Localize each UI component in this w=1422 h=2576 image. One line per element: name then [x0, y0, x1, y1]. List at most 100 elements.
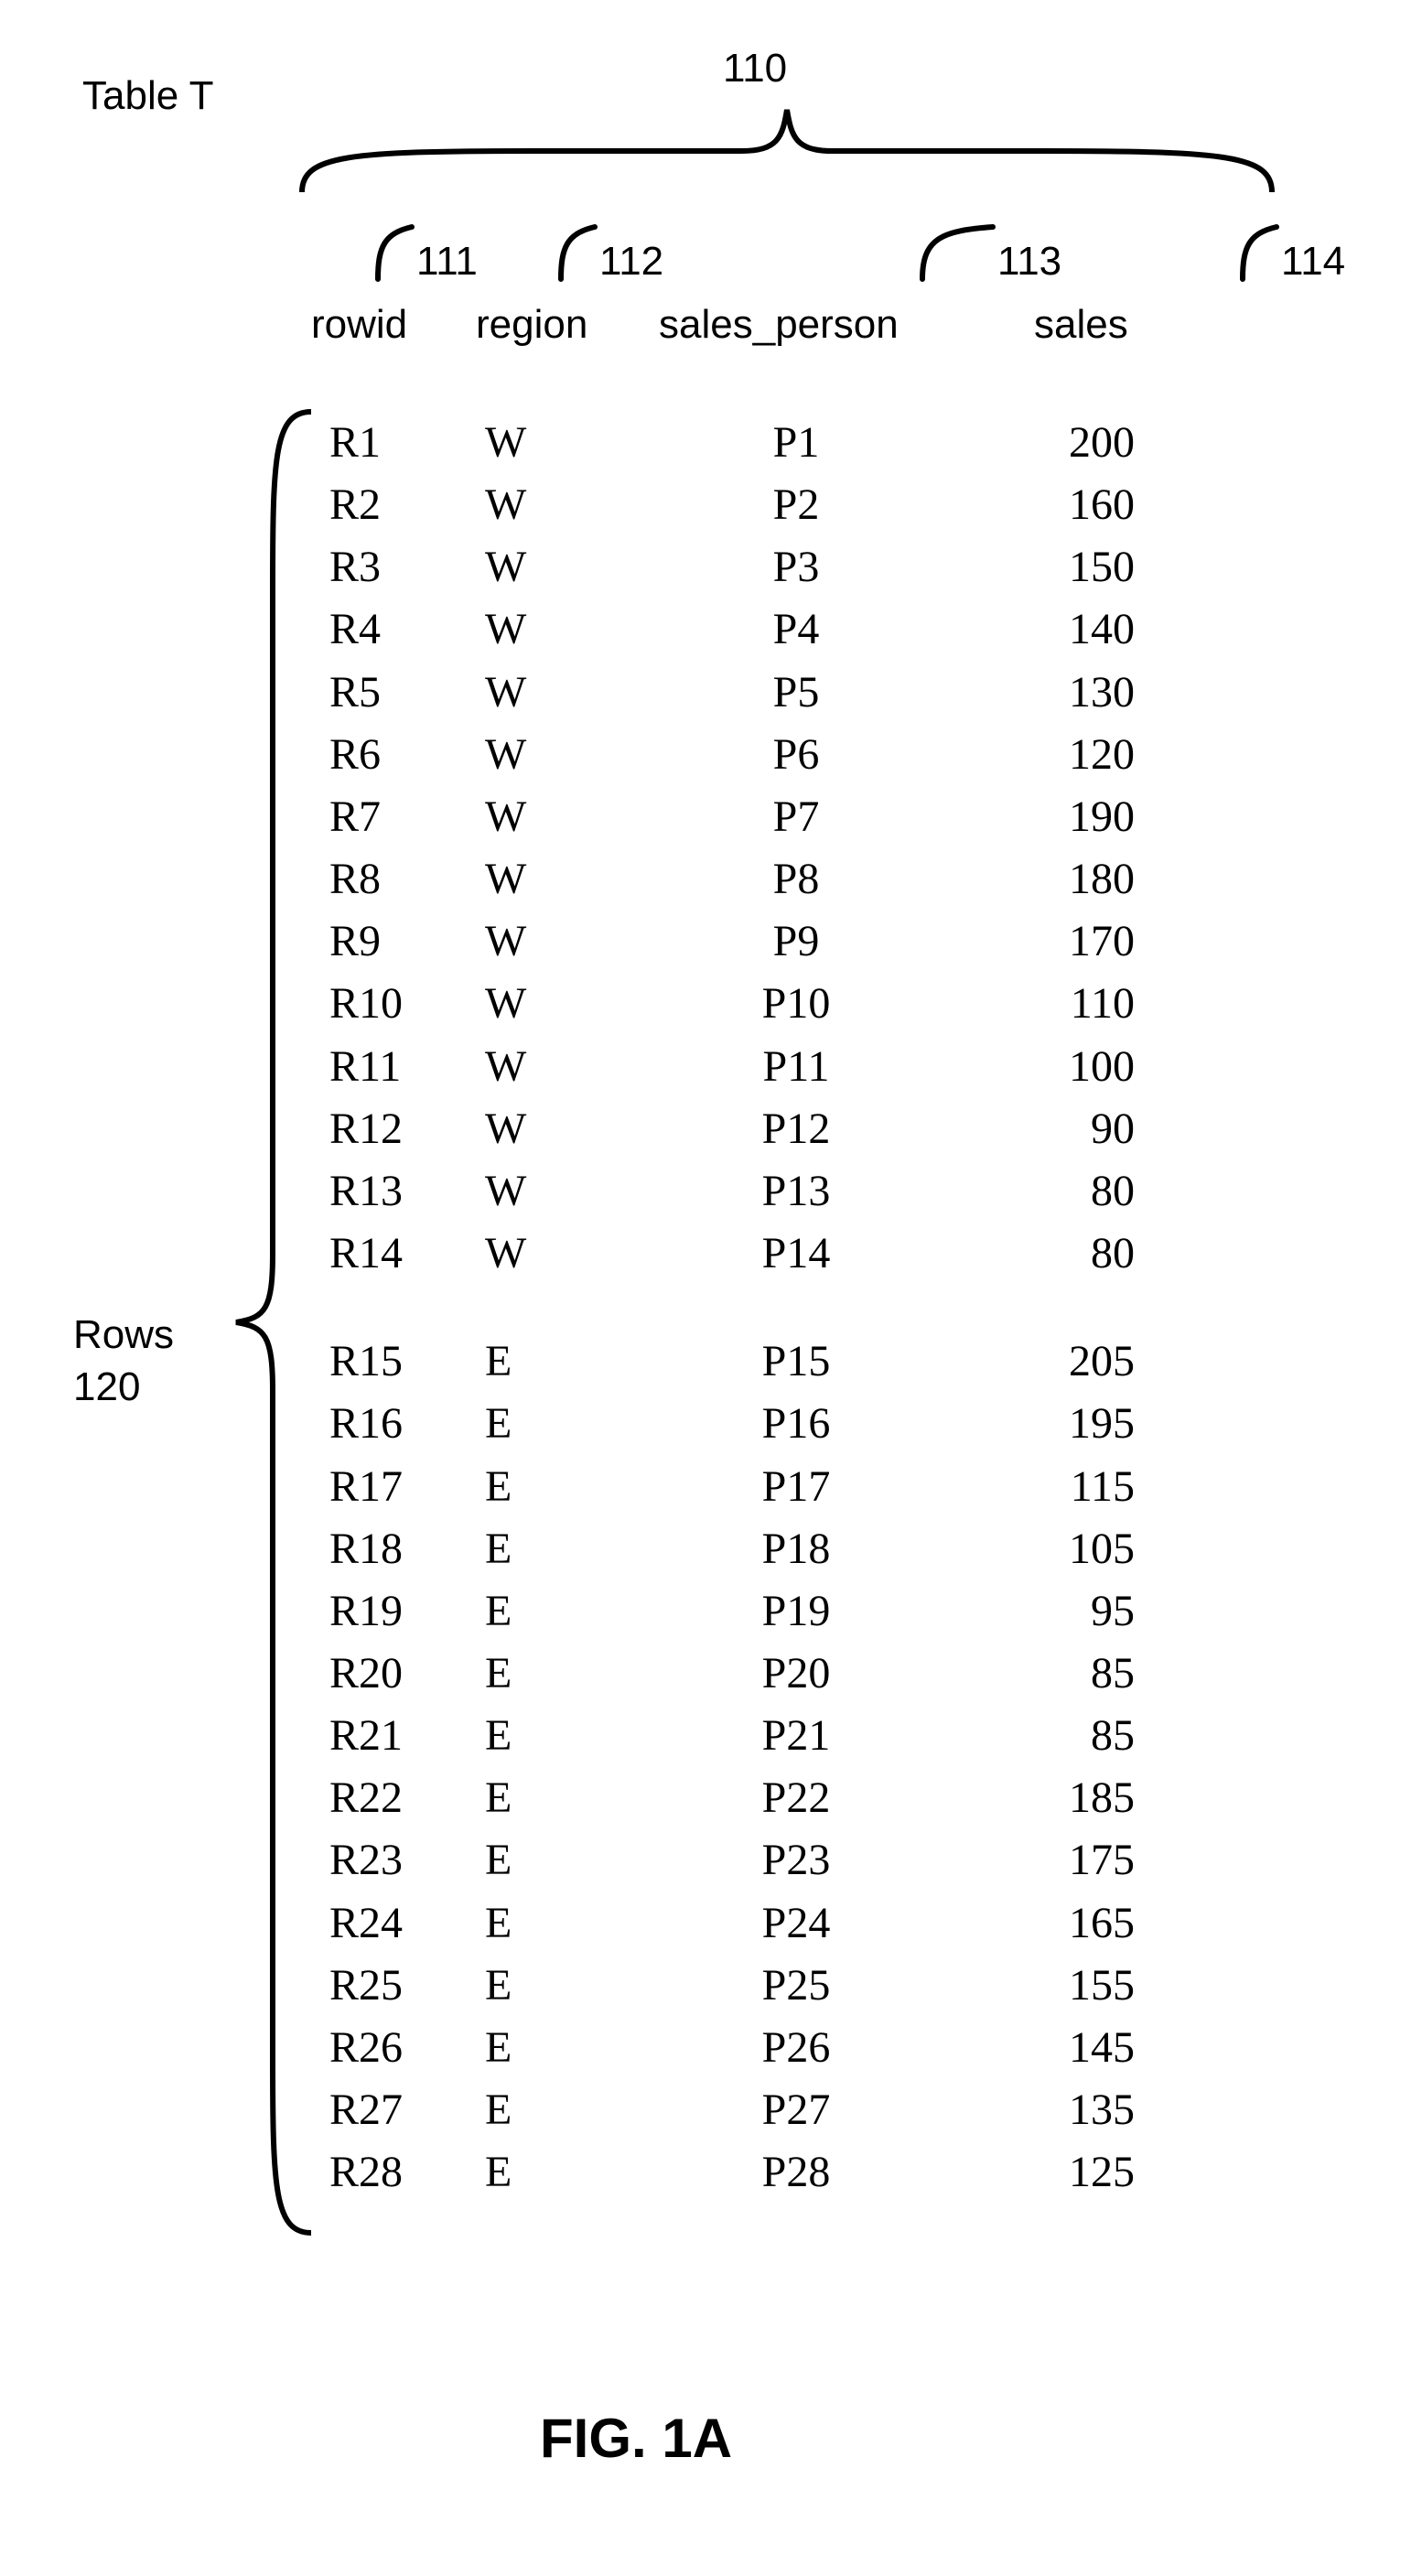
cell-rowid: R20 [311, 1643, 476, 1705]
cell-sales: 110 [1007, 973, 1190, 1035]
cell-rowid: R15 [311, 1331, 476, 1393]
table-row: R23EP23175 [311, 1829, 1190, 1892]
table-row: R11WP11100 [311, 1036, 1190, 1098]
cell-sales_person: P9 [659, 911, 1007, 973]
cell-rowid: R11 [311, 1036, 476, 1098]
cell-sales: 80 [1007, 1160, 1190, 1223]
cell-rowid: R13 [311, 1160, 476, 1223]
ref-112-text: 112 [599, 239, 663, 284]
hook-icon [554, 220, 599, 284]
cell-rowid: R26 [311, 2017, 476, 2079]
table-row: R27EP27135 [311, 2079, 1190, 2141]
cell-sales_person: P7 [659, 786, 1007, 848]
header-sales: sales [1007, 302, 1190, 348]
cell-sales: 165 [1007, 1892, 1190, 1955]
table-label: Table T [82, 73, 214, 119]
table-row: R14WP1480 [311, 1223, 1190, 1285]
cell-sales: 200 [1007, 412, 1190, 474]
cell-rowid: R19 [311, 1580, 476, 1643]
cell-sales: 95 [1007, 1580, 1190, 1643]
table-row: R1WP1200 [311, 412, 1190, 474]
cell-sales: 130 [1007, 662, 1190, 724]
table-row: R24EP24165 [311, 1892, 1190, 1955]
cell-sales: 180 [1007, 848, 1190, 911]
cell-sales_person: P5 [659, 662, 1007, 724]
cell-rowid: R3 [311, 536, 476, 598]
cell-region: E [476, 1705, 659, 1767]
cell-region: W [476, 911, 659, 973]
cell-rowid: R9 [311, 911, 476, 973]
cell-region: E [476, 1393, 659, 1455]
table-row: R3WP3150 [311, 536, 1190, 598]
table-row: R8WP8180 [311, 848, 1190, 911]
cell-sales_person: P4 [659, 598, 1007, 661]
cell-rowid: R6 [311, 724, 476, 786]
cell-rowid: R14 [311, 1223, 476, 1285]
figure-caption: FIG. 1A [540, 2407, 732, 2470]
cell-sales: 140 [1007, 598, 1190, 661]
cell-sales_person: P2 [659, 474, 1007, 536]
cell-rowid: R16 [311, 1393, 476, 1455]
cell-region: W [476, 536, 659, 598]
cell-sales_person: P17 [659, 1456, 1007, 1518]
cell-sales_person: P13 [659, 1160, 1007, 1223]
cell-rowid: R7 [311, 786, 476, 848]
cell-region: E [476, 1643, 659, 1705]
ref-114-text: 114 [1281, 239, 1345, 284]
table-row: R25EP25155 [311, 1955, 1190, 2017]
cell-region: W [476, 724, 659, 786]
table-row: R21EP2185 [311, 1705, 1190, 1767]
cell-sales_person: P8 [659, 848, 1007, 911]
group-gap [311, 1285, 1190, 1331]
column-headers: rowid region sales_person sales [311, 302, 1190, 348]
cell-sales: 185 [1007, 1767, 1190, 1829]
cell-region: E [476, 1456, 659, 1518]
cell-rowid: R8 [311, 848, 476, 911]
cell-sales: 205 [1007, 1331, 1190, 1393]
cell-sales_person: P10 [659, 973, 1007, 1035]
cell-region: E [476, 2017, 659, 2079]
header-rowid: rowid [311, 302, 476, 348]
cell-sales_person: P28 [659, 2141, 1007, 2204]
cell-region: W [476, 412, 659, 474]
cell-sales: 175 [1007, 1829, 1190, 1892]
cell-sales: 90 [1007, 1098, 1190, 1160]
cell-sales: 150 [1007, 536, 1190, 598]
cell-rowid: R5 [311, 662, 476, 724]
cell-sales_person: P26 [659, 2017, 1007, 2079]
cell-sales: 100 [1007, 1036, 1190, 1098]
cell-region: W [476, 1160, 659, 1223]
cell-sales_person: P21 [659, 1705, 1007, 1767]
cell-region: E [476, 1580, 659, 1643]
cell-sales: 85 [1007, 1643, 1190, 1705]
table-row: R16EP16195 [311, 1393, 1190, 1455]
ref-113-text: 113 [997, 239, 1061, 284]
table-row: R18EP18105 [311, 1518, 1190, 1580]
cell-region: W [476, 786, 659, 848]
cell-rowid: R27 [311, 2079, 476, 2141]
header-region: region [476, 302, 659, 348]
cell-rowid: R2 [311, 474, 476, 536]
cell-sales_person: P1 [659, 412, 1007, 474]
cell-region: E [476, 1829, 659, 1892]
cell-sales: 135 [1007, 2079, 1190, 2141]
data-table: R1WP1200R2WP2160R3WP3150R4WP4140R5WP5130… [311, 412, 1190, 2204]
cell-sales_person: P19 [659, 1580, 1007, 1643]
table-row: R4WP4140 [311, 598, 1190, 661]
cell-sales_person: P16 [659, 1393, 1007, 1455]
table-row: R13WP1380 [311, 1160, 1190, 1223]
hook-icon [915, 220, 997, 284]
header-sales-person: sales_person [659, 302, 1007, 348]
cell-sales_person: P18 [659, 1518, 1007, 1580]
cell-region: W [476, 474, 659, 536]
ref-112: 112 [554, 210, 663, 285]
table-row: R15EP15205 [311, 1331, 1190, 1393]
cell-rowid: R28 [311, 2141, 476, 2204]
table-row: R7WP7190 [311, 786, 1190, 848]
cell-rowid: R12 [311, 1098, 476, 1160]
table-row: R9WP9170 [311, 911, 1190, 973]
cell-sales_person: P3 [659, 536, 1007, 598]
cell-rowid: R23 [311, 1829, 476, 1892]
cell-region: W [476, 1098, 659, 1160]
cell-sales: 160 [1007, 474, 1190, 536]
